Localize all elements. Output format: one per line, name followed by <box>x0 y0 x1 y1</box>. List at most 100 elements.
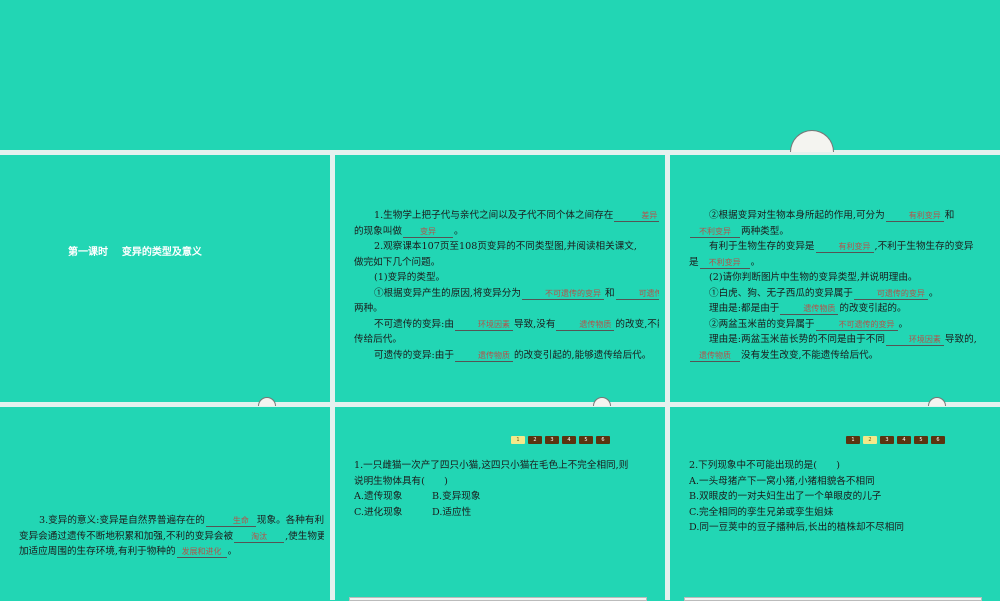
answer-blank: 发展和进化 <box>176 546 227 558</box>
decorative-dome <box>258 397 276 406</box>
lesson-title: 第一课时 变异的类型及意义 <box>68 247 202 258</box>
option-b[interactable]: B.双眼皮的一对夫妇生出了一个单眼皮的儿子 <box>689 489 994 505</box>
answer-blank: 变异 <box>402 226 453 238</box>
text-line: ①白虎、狗、无子西瓜的变异属于 可遗传的变异。 <box>689 286 994 302</box>
slide-content-1: 1.生物学上把子代与亲代之间以及子代不同个体之间存在 差异 的现象叫做 变异。 2.观察… <box>354 208 659 363</box>
text-segment: 加适应周围的生存环境,有利于物种的 <box>19 546 176 557</box>
answer-blank: 不利变异 <box>699 257 750 269</box>
page-button-1[interactable]: 1 <box>846 436 860 444</box>
text-segment: 做完如下几个问题。 <box>354 256 441 268</box>
text-segment: 是 <box>689 256 699 268</box>
text-segment: 现象。各种有利的 <box>256 515 324 526</box>
text-segment: 。 <box>898 318 909 330</box>
question-2: 2.下列现象中不可能出现的是( ) A.一头母猪产下一窝小猪,小猪相貌各不相同 … <box>689 458 994 536</box>
question-stem: 1.一只雌猫一次产了四只小猫,这四只小猫在毛色上不完全相同,则 <box>354 460 629 471</box>
text-line: 3.变异的意义:变异是自然界普遍存在的生命现象。各种有利的 <box>19 513 324 529</box>
page-button-6[interactable]: 6 <box>596 436 610 444</box>
option-d[interactable]: D.适应性 <box>432 507 471 518</box>
question-stem: 2.下列现象中不可能出现的是( ) <box>689 460 840 471</box>
page-button-2[interactable]: 2 <box>528 436 542 444</box>
text-segment: 不可遗传的变异:由 <box>374 318 454 330</box>
text-segment: ②两盆玉米苗的变异属于 <box>709 318 815 330</box>
answer-blank: 有利变异 <box>815 241 874 253</box>
answer-box-edge <box>684 597 982 601</box>
text-segment: 的改变引起的,能够遗传给后代。 <box>513 349 652 361</box>
slide-content-3: 3.变异的意义:变异是自然界普遍存在的生命现象。各种有利的变异会通过遗传不断地积… <box>19 513 324 560</box>
text-line: 理由是:都是由于 遗传物质 的改变引起的。 <box>689 301 994 317</box>
text-segment: 的改变引起的。 <box>839 303 907 314</box>
text-segment: ,使生物更 <box>285 530 324 542</box>
text-segment: ①白虎、狗、无子西瓜的变异属于 <box>709 287 853 299</box>
page-button-5[interactable]: 5 <box>579 436 593 444</box>
text-line: 两种。 <box>354 301 659 317</box>
answer-blank: 环境因素 <box>885 334 944 346</box>
page-button-2[interactable]: 2 <box>863 436 877 444</box>
text-line: 2.观察课本107页至108页变异的不同类型图,并阅读相关课文, <box>354 239 659 255</box>
text-segment: 没有发生改变,不能遗传给后代。 <box>741 349 879 361</box>
page-button-3[interactable]: 3 <box>545 436 559 444</box>
option-b[interactable]: B.变异现象 <box>432 491 480 502</box>
text-segment: 。 <box>750 256 761 268</box>
divider <box>0 150 1000 155</box>
text-segment: 。 <box>453 225 464 237</box>
answer-blank: 遗传物质 <box>690 350 740 362</box>
answer-blank: 可遗传的变异 <box>853 288 928 300</box>
page-button-6[interactable]: 6 <box>931 436 945 444</box>
option-a[interactable]: A.遗传现象 <box>354 489 432 505</box>
text-segment: (2)请你判断图片中生物的变异类型,并说明理由。 <box>709 272 918 283</box>
option-c[interactable]: C.完全相同的孪生兄弟或孪生姐妹 <box>689 505 994 521</box>
answer-blank: 遗传物质 <box>780 303 839 315</box>
text-segment: 1.生物学上把子代与亲代之间以及子代不同个体之间存在 <box>374 210 614 221</box>
divider <box>0 402 1000 407</box>
question-stem: 说明生物体具有( ) <box>354 475 448 487</box>
divider <box>330 150 335 600</box>
answer-blank: 环境因素 <box>454 319 513 331</box>
page-button-1[interactable]: 1 <box>511 436 525 444</box>
text-line: 1.生物学上把子代与亲代之间以及子代不同个体之间存在 差异 <box>354 208 659 224</box>
slide-content-2: ②根据变异对生物本身所起的作用,可分为 有利变异和不利变异 两种类型。 有利于生物生存… <box>689 208 994 363</box>
text-line: (1)变异的类型。 <box>354 270 659 286</box>
text-line: 变异会通过遗传不断地积累和加强,不利的变异会被 淘汰 ,使生物更 <box>19 529 324 545</box>
answer-blank: 不可遗传的变异 <box>815 319 898 331</box>
page-button-4[interactable]: 4 <box>897 436 911 444</box>
text-segment: 两种类型。 <box>741 225 789 237</box>
option-c[interactable]: C.进化现象 <box>354 505 432 521</box>
text-segment: 有利于生物生存的变异是 <box>709 241 815 252</box>
option-a[interactable]: A.一头母猪产下一窝小猪,小猪相貌各不相同 <box>689 474 994 490</box>
answer-blank: 遗传物质 <box>454 350 513 362</box>
text-segment: ②根据变异对生物本身所起的作用,可分为 <box>709 210 885 221</box>
question-pager: 123456 <box>511 436 610 444</box>
text-segment: 可遗传的变异:由于 <box>374 349 454 361</box>
text-segment: 理由是:都是由于 <box>709 303 780 314</box>
text-line: ②根据变异对生物本身所起的作用,可分为 有利变异和 <box>689 208 994 224</box>
page-button-5[interactable]: 5 <box>914 436 928 444</box>
text-line: 传给后代。 <box>354 332 659 348</box>
text-segment: 和 <box>604 287 615 299</box>
page-button-3[interactable]: 3 <box>880 436 894 444</box>
answer-blank: 淘汰 <box>234 531 285 543</box>
question-1: 1.一只雌猫一次产了四只小猫,这四只小猫在毛色上不完全相同,则 说明生物体具有(… <box>354 458 659 520</box>
text-line: 的现象叫做 变异。 <box>354 224 659 240</box>
text-segment: 2.观察课本107页至108页变异的不同类型图,并阅读相关课文, <box>374 241 637 252</box>
text-line: 遗传物质 没有发生改变,不能遗传给后代。 <box>689 348 994 364</box>
answer-blank: 生命 <box>205 515 256 527</box>
text-line: ②两盆玉米苗的变异属于 不可遗传的变异。 <box>689 317 994 333</box>
text-segment: 3.变异的意义:变异是自然界普遍存在的 <box>39 515 205 526</box>
text-line: 做完如下几个问题。 <box>354 255 659 271</box>
text-segment: 传给后代。 <box>354 334 402 345</box>
text-line: ①根据变异产生的原因,将变异分为不可遗传的变异和可遗传的变异 <box>354 286 659 302</box>
option-d[interactable]: D.同一豆荚中的豆子播种后,长出的植株却不尽相同 <box>689 520 994 536</box>
answer-blank: 有利变异 <box>885 210 944 222</box>
text-segment: (1)变异的类型。 <box>374 272 446 283</box>
text-segment: 导致的, <box>944 334 977 345</box>
text-segment: 两种。 <box>354 303 383 314</box>
decorative-dome <box>790 130 834 152</box>
text-segment: 和 <box>944 210 955 221</box>
page-button-4[interactable]: 4 <box>562 436 576 444</box>
text-line: 加适应周围的生存环境,有利于物种的 发展和进化。 <box>19 544 324 560</box>
answer-blank: 遗传物质 <box>556 319 615 331</box>
text-line: 不利变异 两种类型。 <box>689 224 994 240</box>
text-segment: ,不利于生物生存的变异 <box>874 241 974 252</box>
answer-blank: 不可遗传的变异 <box>521 288 604 300</box>
text-line: 有利于生物生存的变异是 有利变异 ,不利于生物生存的变异 <box>689 239 994 255</box>
